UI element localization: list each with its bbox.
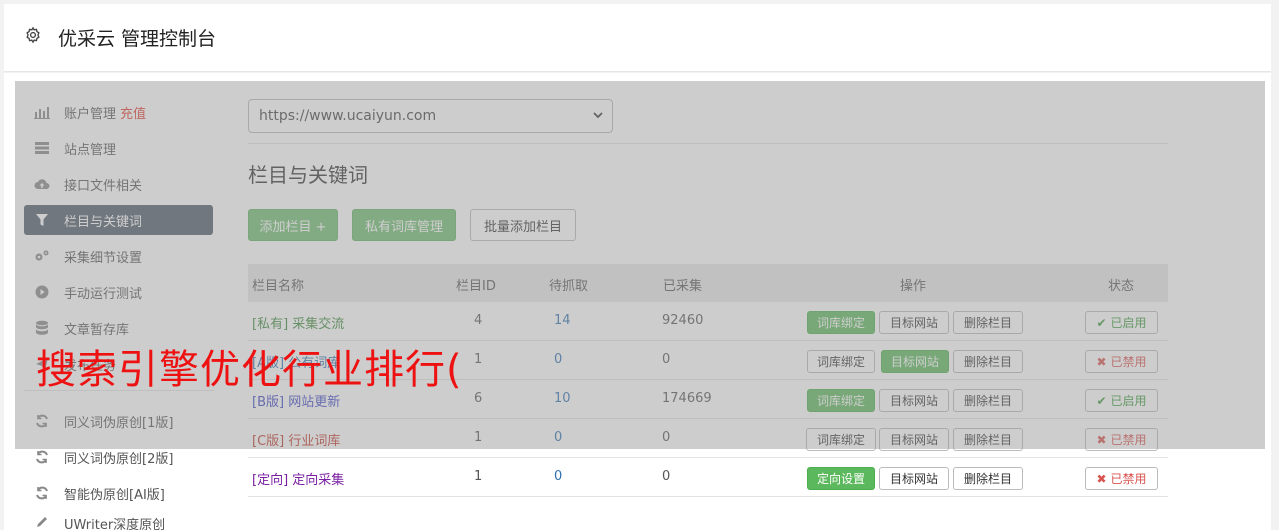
- edit-icon: [34, 514, 50, 530]
- refresh-icon: [34, 449, 50, 465]
- sidebar-item-label: UWriter深度原创: [64, 518, 166, 530]
- sidebar-item-uwriter[interactable]: UWriter深度原创: [24, 514, 213, 530]
- table-row: [定向] 定向采集 1 0 0 定向设置 目标网站 删除栏目 ✖ 已禁用: [248, 458, 1168, 497]
- top-bar: 优采云 管理控制台: [4, 4, 1271, 72]
- page-title: 优采云 管理控制台: [58, 28, 217, 50]
- target-site-button[interactable]: 目标网站: [879, 467, 949, 490]
- sidebar-item-label: 智能伪原创[AI版]: [64, 487, 165, 503]
- sidebar-item-label: 同义词伪原创[2版]: [64, 451, 174, 467]
- refresh-icon: [34, 485, 50, 501]
- sidebar-item-ai-rewrite[interactable]: 智能伪原创[AI版]: [24, 478, 213, 508]
- directed-settings-button[interactable]: 定向设置: [807, 467, 875, 490]
- gear-icon: [26, 26, 40, 44]
- delete-column-button[interactable]: 删除栏目: [953, 467, 1023, 490]
- close-icon: ✖: [1096, 471, 1107, 486]
- column-done: 0: [662, 469, 671, 484]
- column-id: 1: [474, 469, 483, 484]
- overlay-text: 搜索引擎优化行业排行(: [36, 347, 463, 393]
- column-name[interactable]: [定向] 定向采集: [252, 469, 344, 488]
- status-badge[interactable]: ✖ 已禁用: [1085, 467, 1158, 490]
- column-wait: 0: [554, 469, 563, 484]
